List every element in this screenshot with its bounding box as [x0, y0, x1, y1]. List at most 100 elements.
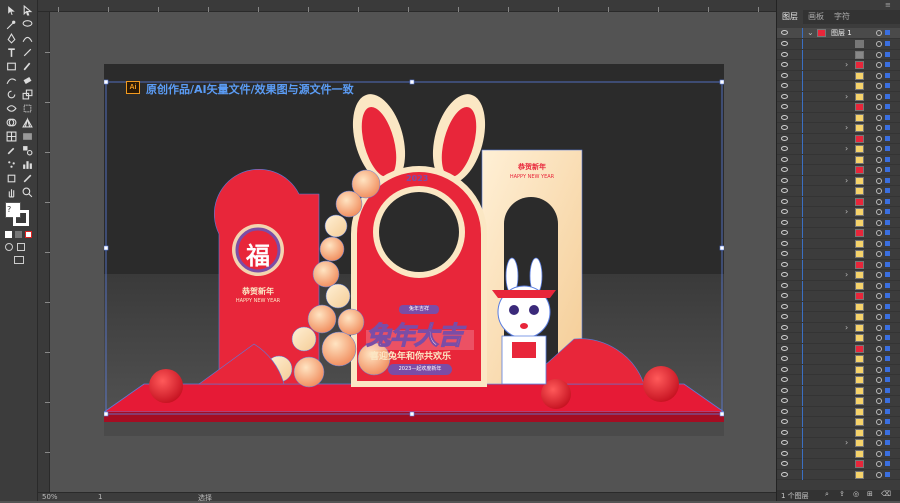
- rectangle-tool-icon[interactable]: [4, 59, 18, 73]
- layer-target-icon[interactable]: [876, 261, 882, 268]
- eraser-tool-icon[interactable]: [20, 73, 34, 87]
- selection-tool-icon[interactable]: [4, 3, 18, 17]
- brush-tool-icon[interactable]: [20, 59, 34, 73]
- expand-chevron-icon[interactable]: ›: [845, 123, 848, 132]
- layer-target-icon[interactable]: [876, 345, 882, 352]
- layer-selection-indicator[interactable]: [885, 324, 890, 330]
- layer-selection-indicator[interactable]: [885, 377, 890, 382]
- visibility-eye-icon[interactable]: [781, 251, 788, 256]
- expand-chevron-icon[interactable]: ›: [845, 270, 848, 279]
- layer-row[interactable]: [777, 196, 900, 207]
- mesh-tool-icon[interactable]: [4, 129, 18, 143]
- layer-target-icon[interactable]: [876, 104, 882, 110]
- layer-target-icon[interactable]: [876, 303, 882, 310]
- layer-selection-indicator[interactable]: [885, 387, 890, 393]
- panel-menu-icon[interactable]: ≡: [885, 1, 895, 9]
- visibility-eye-icon[interactable]: [781, 209, 788, 214]
- visibility-eye-icon[interactable]: [781, 261, 788, 267]
- expand-chevron-icon[interactable]: ›: [845, 438, 848, 447]
- layer-target-icon[interactable]: [876, 72, 882, 79]
- layer-row[interactable]: [777, 469, 900, 480]
- visibility-eye-icon[interactable]: [781, 324, 788, 330]
- layer-target-icon[interactable]: [876, 146, 882, 152]
- layer-selection-indicator[interactable]: [885, 272, 890, 277]
- artboard[interactable]: Ai 原创作品/AI矢量文件/效果图与源文件一致 福 恭贺新年 HAPPY NE…: [104, 64, 724, 436]
- layer-target-icon[interactable]: [876, 125, 882, 131]
- direct-selection-tool-icon[interactable]: [20, 3, 34, 17]
- layer-selection-indicator[interactable]: [885, 461, 890, 466]
- visibility-eye-icon[interactable]: [781, 104, 788, 109]
- layer-row[interactable]: [777, 291, 900, 302]
- visibility-eye-icon[interactable]: [781, 72, 788, 78]
- shape-builder-tool-icon[interactable]: [4, 115, 18, 129]
- layer-selection-indicator[interactable]: [885, 198, 890, 204]
- expand-chevron-icon[interactable]: ›: [845, 92, 848, 101]
- layer-row[interactable]: [777, 280, 900, 291]
- delete-layer-icon[interactable]: ⌫: [881, 490, 891, 498]
- layer-row[interactable]: [777, 49, 900, 60]
- visibility-eye-icon[interactable]: [781, 387, 788, 393]
- visibility-eye-icon[interactable]: [781, 471, 788, 477]
- visibility-eye-icon[interactable]: [781, 125, 788, 130]
- layer-selection-indicator[interactable]: [885, 398, 890, 403]
- layer-row[interactable]: [777, 81, 900, 92]
- visibility-eye-icon[interactable]: [781, 461, 788, 466]
- new-layer-icon[interactable]: ⊞: [867, 490, 873, 498]
- layer-selection-indicator[interactable]: [885, 471, 890, 477]
- slice-tool-icon[interactable]: [20, 171, 34, 185]
- tab-character[interactable]: 字符: [829, 10, 855, 24]
- visibility-eye-icon[interactable]: [781, 335, 788, 340]
- layer-target-icon[interactable]: [876, 114, 882, 121]
- layer-target-icon[interactable]: [876, 230, 882, 236]
- layer-target-icon[interactable]: [876, 219, 882, 226]
- visibility-eye-icon[interactable]: [781, 156, 788, 162]
- visibility-eye-icon[interactable]: [781, 135, 788, 141]
- layer-target-icon[interactable]: [876, 209, 882, 215]
- gradient-mode-icon[interactable]: [15, 231, 22, 238]
- layer-row[interactable]: [777, 333, 900, 344]
- visibility-eye-icon[interactable]: [781, 198, 788, 204]
- layer-row[interactable]: [777, 249, 900, 260]
- layer-selection-indicator[interactable]: [885, 156, 890, 162]
- layer-row[interactable]: [777, 301, 900, 312]
- visibility-eye-icon[interactable]: [781, 83, 788, 88]
- layer-target-icon[interactable]: [876, 335, 882, 341]
- layer-selection-indicator[interactable]: [885, 41, 890, 46]
- layer-row[interactable]: ›: [777, 322, 900, 333]
- layer-selection-indicator[interactable]: [885, 51, 890, 57]
- visibility-eye-icon[interactable]: [781, 293, 788, 298]
- layer-row[interactable]: [777, 448, 900, 459]
- layer-selection-indicator[interactable]: [885, 429, 890, 435]
- expand-chevron-icon[interactable]: ›: [845, 144, 848, 153]
- layer-selection-indicator[interactable]: [885, 146, 890, 151]
- layer-selection-indicator[interactable]: [885, 345, 890, 351]
- layer-row[interactable]: [777, 112, 900, 123]
- none-mode-icon[interactable]: [25, 231, 32, 238]
- layer-selection-indicator[interactable]: [885, 72, 890, 78]
- rotate-tool-icon[interactable]: [4, 87, 18, 101]
- blend-tool-icon[interactable]: [20, 143, 34, 157]
- layer-target-icon[interactable]: [876, 471, 882, 478]
- layer-row[interactable]: [777, 385, 900, 396]
- expand-chevron-icon[interactable]: ›: [845, 323, 848, 332]
- layer-row[interactable]: [777, 228, 900, 239]
- layer-row[interactable]: [777, 70, 900, 81]
- canvas-area[interactable]: Ai 原创作品/AI矢量文件/效果图与源文件一致 福 恭贺新年 HAPPY NE…: [50, 12, 776, 492]
- layer-target-icon[interactable]: [876, 282, 882, 289]
- zoom-level[interactable]: 50%: [42, 493, 58, 501]
- draw-normal-icon[interactable]: [5, 243, 13, 251]
- layer-selection-indicator[interactable]: [885, 135, 890, 141]
- pen-tool-icon[interactable]: [4, 31, 18, 45]
- shaper-tool-icon[interactable]: [4, 73, 18, 87]
- layer-target-icon[interactable]: [876, 377, 882, 383]
- layer-row[interactable]: [777, 343, 900, 354]
- export-icon[interactable]: ⇪: [839, 490, 845, 498]
- visibility-eye-icon[interactable]: [781, 282, 788, 288]
- visibility-eye-icon[interactable]: [781, 408, 788, 414]
- layer-target-icon[interactable]: [876, 387, 882, 394]
- layer-selection-indicator[interactable]: [885, 366, 890, 372]
- layer-target-icon[interactable]: [876, 41, 882, 47]
- layer-row[interactable]: [777, 406, 900, 417]
- free-transform-tool-icon[interactable]: [20, 101, 34, 115]
- visibility-eye-icon[interactable]: [781, 30, 788, 35]
